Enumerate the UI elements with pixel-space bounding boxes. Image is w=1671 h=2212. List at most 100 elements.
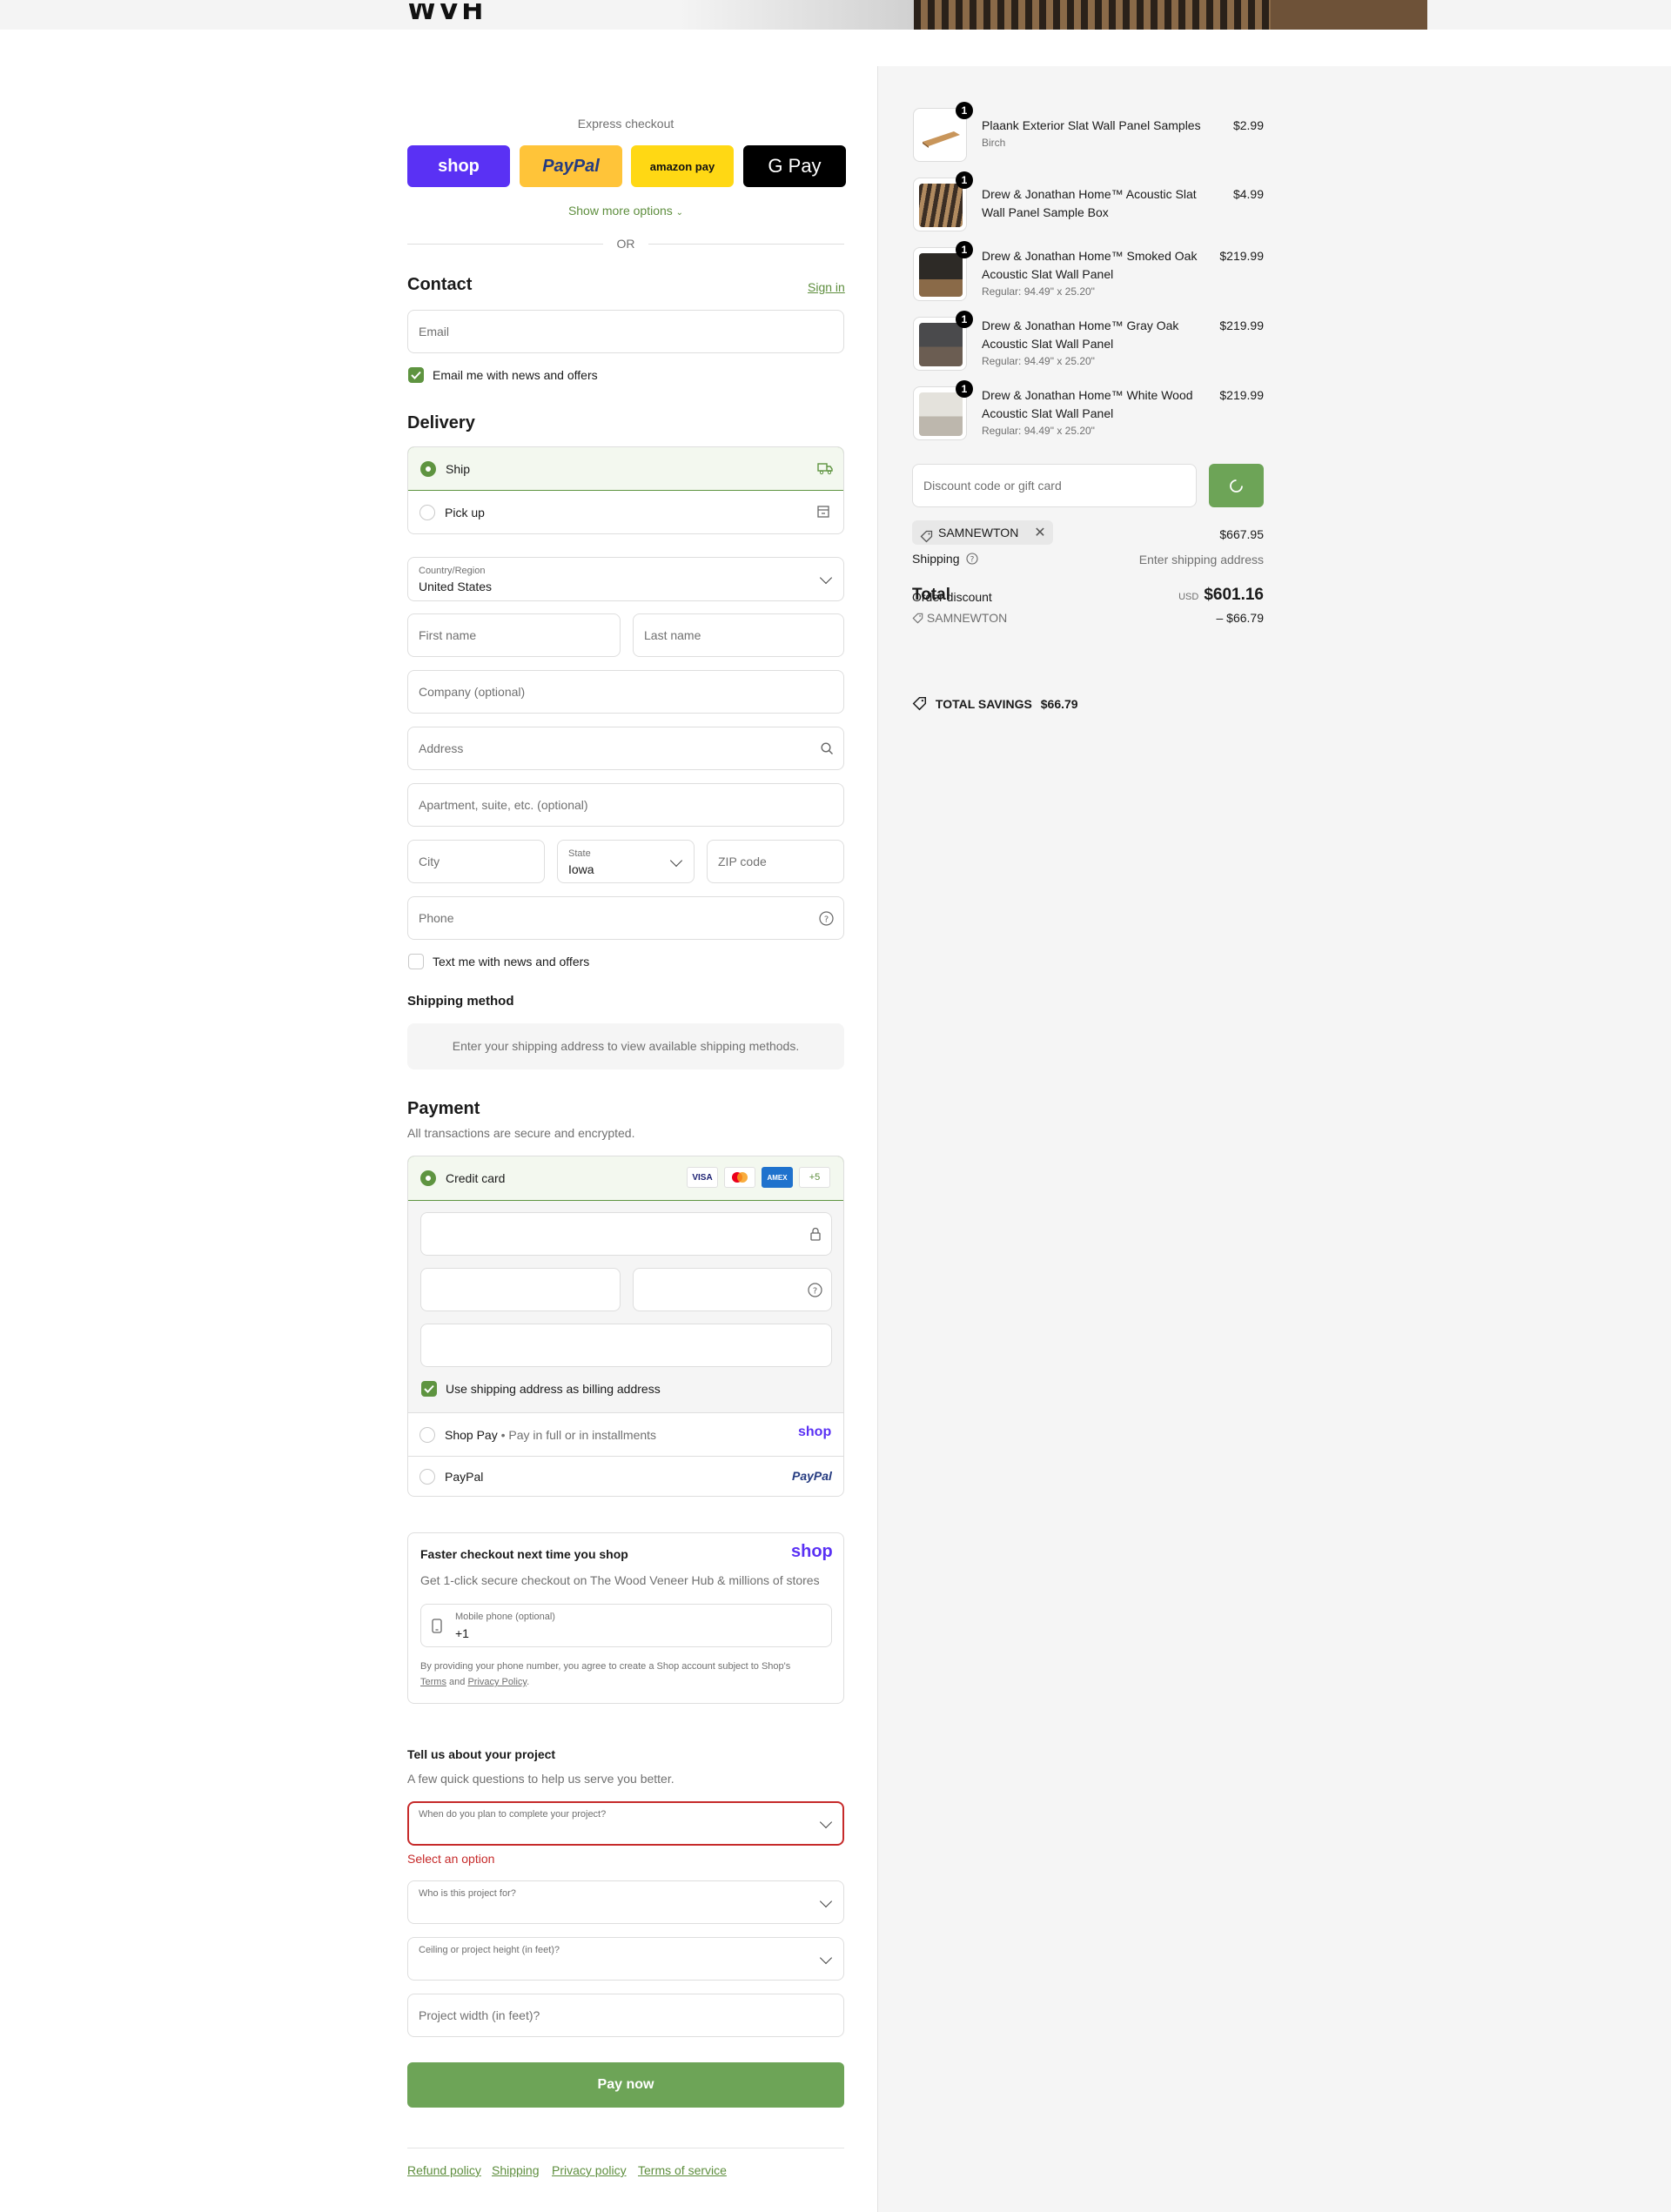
item-image [919,323,963,366]
sign-in-link[interactable]: Sign in [808,280,845,294]
apply-discount-button[interactable] [1209,464,1264,507]
city-field[interactable]: City [407,840,545,883]
text-news-checkbox[interactable] [408,954,424,969]
project-width-field[interactable]: Project width (in feet)? [407,1994,844,2037]
expiration-field[interactable] [420,1268,621,1311]
faster-checkout-desc: Get 1-click secure checkout on The Wood … [420,1573,820,1587]
store-icon [816,505,830,523]
last-name-field[interactable]: Last name [633,613,844,657]
terms-of-service-link[interactable]: Terms of service [638,2163,727,2177]
shipping-label-text: Shipping [912,552,960,566]
total-savings-label: TOTAL SAVINGS [935,697,1032,711]
email-news-checkbox[interactable] [408,367,424,383]
total-label: Total [912,586,950,604]
google-pay-logo: G Pay [768,155,822,177]
shop-pay-option[interactable]: Shop Pay • Pay in full or in installment… [408,1413,843,1457]
shop-pay-radio[interactable] [419,1427,435,1443]
zip-field[interactable]: ZIP code [707,840,844,883]
item-price: $219.99 [1219,318,1264,332]
lock-icon [809,1227,822,1245]
email-field[interactable]: Email [407,310,844,353]
shop-pay-logo: shop [438,156,480,176]
item-variant: Regular: 94.49" x 25.20" [982,355,1095,367]
pickup-option[interactable]: Pick up [408,491,843,533]
project-height-select[interactable]: Ceiling or project height (in feet)? [407,1937,844,1981]
city-placeholder: City [419,855,440,868]
google-pay-button[interactable]: G Pay [743,145,846,187]
discount-code-text: SAMNEWTON [926,611,1008,625]
legal-sentence: By providing your phone number, you agre… [420,1661,791,1672]
svg-text:?: ? [970,556,975,565]
payment-subtitle: All transactions are secure and encrypte… [407,1126,635,1140]
discount-code-field[interactable]: Discount code or gift card [912,464,1197,507]
project-for-select[interactable]: Who is this project for? [407,1880,844,1924]
pay-now-button[interactable]: Pay now [407,2062,844,2108]
country-value: United States [419,580,493,593]
quantity-badge: 1 [956,241,973,258]
item-title: Drew & Jonathan Home™ Gray Oak Acoustic … [982,318,1179,351]
item-image [919,253,963,297]
paypal-option[interactable]: PayPal PayPal [408,1457,843,1496]
project-width-placeholder: Project width (in feet)? [419,2008,540,2022]
billing-same-checkbox[interactable] [421,1381,437,1397]
show-more-label: Show more options [567,204,673,218]
error-message: Select an option [407,1852,495,1866]
paypal-radio[interactable] [419,1469,435,1485]
apartment-field[interactable]: Apartment, suite, etc. (optional) [407,783,844,827]
last-name-placeholder: Last name [644,628,701,642]
paypal-label: PayPal [445,1470,484,1484]
text-news-label: Text me with news and offers [433,955,590,969]
faster-checkout-title: Faster checkout next time you shop [420,1547,628,1561]
ship-option[interactable]: Ship [408,447,843,491]
terms-link[interactable]: Terms [420,1677,446,1687]
paypal-button[interactable]: PayPal [520,145,622,187]
shipping-link[interactable]: Shipping [492,2163,540,2177]
refund-policy-link[interactable]: Refund policy [407,2163,481,2177]
item-image [919,184,963,227]
company-field[interactable]: Company (optional) [407,670,844,714]
banner-fade [679,0,923,30]
item-title: Drew & Jonathan Home™ White Wood Acousti… [982,388,1193,420]
store-logo[interactable]: WVH [407,3,486,21]
credit-card-radio[interactable] [420,1170,436,1186]
total-value: USD $601.16 [1178,586,1264,605]
help-icon[interactable]: ? [966,553,978,567]
shop-signup-card: Faster checkout next time you shop shop … [407,1532,844,1704]
item-variant: Birch [982,137,1006,149]
first-name-field[interactable]: First name [407,613,621,657]
help-icon[interactable]: ? [808,1283,822,1302]
privacy-link[interactable]: Privacy Policy [467,1677,527,1687]
amazon-pay-button[interactable]: amazon pay [631,145,734,187]
project-height-label: Ceiling or project height (in feet)? [419,1945,560,1955]
name-on-card-field[interactable] [420,1324,832,1367]
remove-discount-icon[interactable]: ✕ [1034,526,1045,540]
email-placeholder: Email [419,325,450,339]
privacy-policy-link[interactable]: Privacy policy [552,2163,627,2177]
mobile-phone-field[interactable]: Mobile phone (optional) +1 [420,1604,832,1647]
amex-icon: AMEX [762,1167,793,1188]
chevron-down-icon: ⌄ [675,208,684,218]
quantity-badge: 1 [956,380,973,398]
ship-radio[interactable] [420,461,436,477]
phone-icon [432,1619,442,1638]
total-savings-value: $66.79 [1040,697,1078,711]
project-timeline-label: When do you plan to complete your projec… [419,1809,607,1820]
visa-icon: VISA [687,1167,718,1188]
phone-field[interactable]: Phone ? [407,896,844,940]
item-thumbnail: 1 [913,102,973,162]
show-more-options[interactable]: Show more options ⌄ [407,204,844,218]
delivery-method-group: Ship Pick up [407,446,844,534]
shipping-method-title: Shipping method [407,994,514,1009]
country-select[interactable]: Country/Region United States [407,557,844,601]
shop-pay-button[interactable]: shop [407,145,510,187]
legal-period: . [527,1677,530,1687]
project-timeline-select[interactable]: When do you plan to complete your projec… [407,1801,844,1846]
security-code-field[interactable]: ? [633,1268,832,1311]
pickup-radio[interactable] [419,505,435,520]
card-number-field[interactable] [420,1212,832,1256]
loading-spinner-icon [1228,478,1245,499]
shipping-method-message: Enter your shipping address to view avai… [407,1023,844,1069]
state-select[interactable]: State Iowa [557,840,695,883]
help-icon[interactable]: ? [819,911,834,930]
address-field[interactable]: Address [407,727,844,770]
